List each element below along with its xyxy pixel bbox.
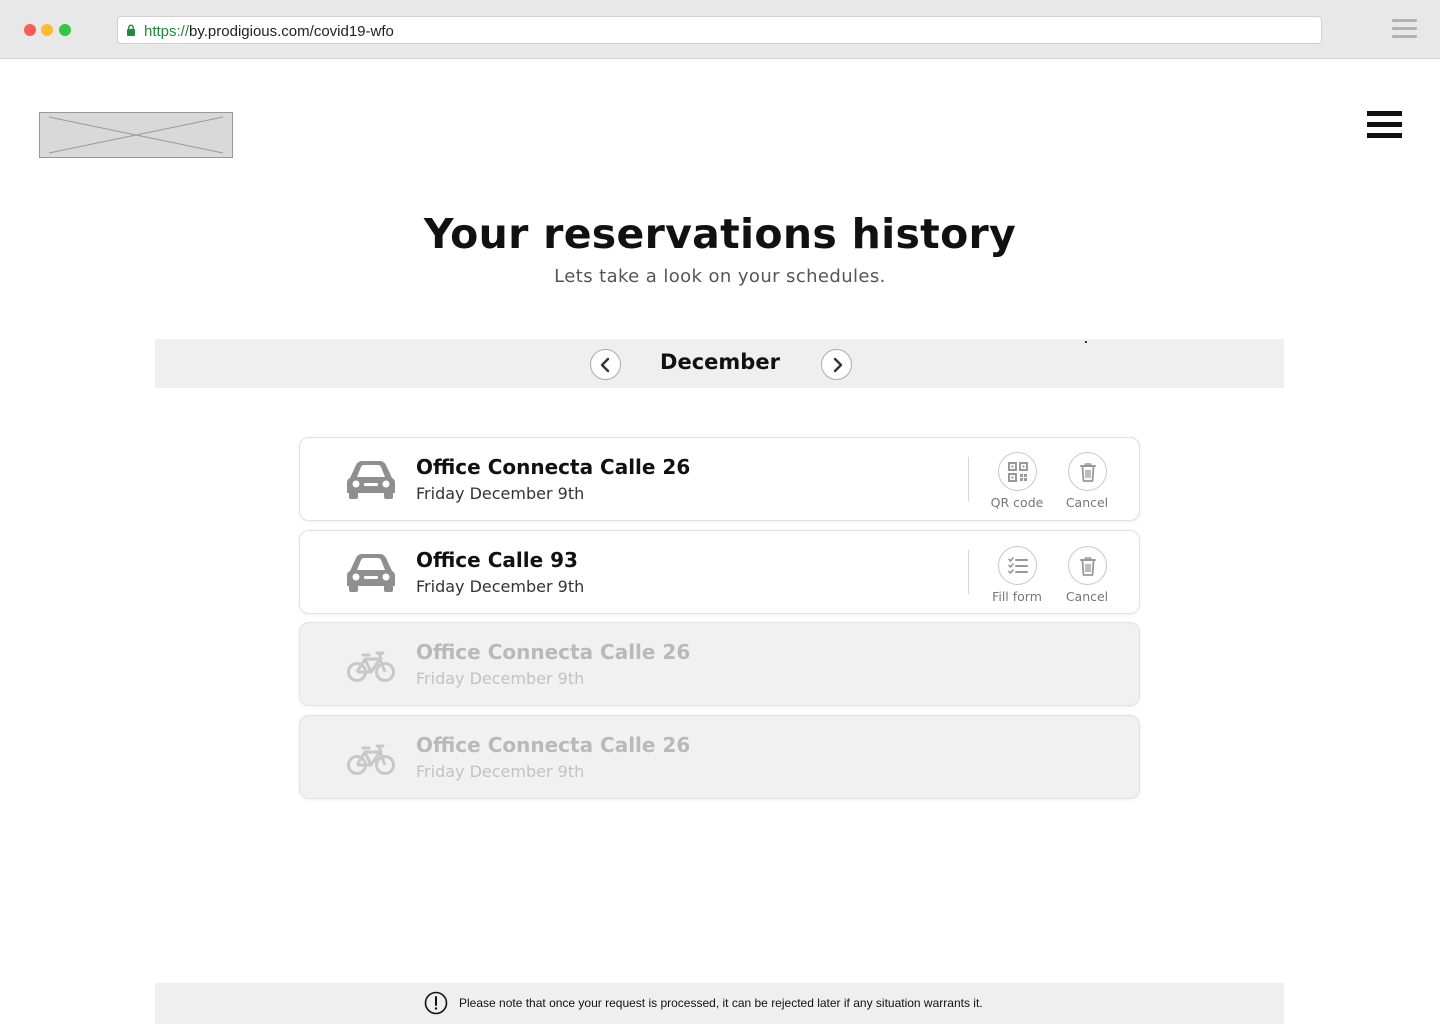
browser-toolbar: https://by.prodigious.com/covid19-wfo: [0, 0, 1440, 59]
reservation-date: Friday December 9th: [416, 484, 585, 503]
next-month-button[interactable]: [821, 349, 852, 380]
reservation-card-past: Office Connecta Calle 26 Friday December…: [299, 715, 1140, 799]
reservation-office-name: Office Connecta Calle 26: [416, 640, 691, 664]
fill-form-button[interactable]: Fill form: [982, 546, 1052, 604]
chevron-right-icon: [833, 357, 843, 373]
reservation-date: Friday December 9th: [416, 762, 585, 781]
cancel-label: Cancel: [1065, 589, 1109, 604]
browser-menu-icon[interactable]: [1392, 19, 1417, 39]
trash-icon: [1079, 463, 1096, 482]
page-subtitle: Lets take a look on your schedules.: [554, 266, 886, 287]
current-month: December: [660, 350, 780, 374]
lock-icon: [127, 24, 135, 36]
reservation-office-name: Office Connecta Calle 26: [416, 455, 691, 479]
checklist-icon: [1007, 557, 1028, 575]
qr-code-label: QR code: [990, 495, 1044, 510]
notice-text: Please note that once your request is pr…: [459, 996, 983, 1010]
minimize-window-button[interactable]: [41, 24, 53, 36]
car-icon: [347, 461, 395, 499]
reservation-card: Office Connecta Calle 26 Friday December…: [299, 437, 1140, 521]
action-divider: [968, 550, 969, 594]
page-title: Your reservations history: [423, 210, 1017, 258]
reservation-office-name: Office Calle 93: [416, 548, 578, 572]
hamburger-menu-icon[interactable]: [1367, 111, 1402, 139]
url-text: https://by.prodigious.com/covid19-wfo: [144, 23, 394, 40]
car-icon: [347, 554, 395, 592]
maximize-window-button[interactable]: [59, 24, 71, 36]
url-host-path: by.prodigious.com/covid19-wfo: [189, 23, 394, 40]
footer-notice: Please note that once your request is pr…: [155, 983, 1284, 1024]
qr-code-icon: [1007, 462, 1028, 482]
reservation-card: Office Calle 93 Friday December 9th Fill…: [299, 530, 1140, 614]
reservation-card-past: Office Connecta Calle 26 Friday December…: [299, 622, 1140, 706]
cancel-reservation-button[interactable]: Cancel: [1052, 546, 1122, 604]
exclamation-circle-icon: [424, 991, 448, 1015]
reservation-date: Friday December 9th: [416, 669, 585, 688]
previous-month-button[interactable]: [590, 349, 621, 380]
action-divider: [968, 457, 969, 501]
close-window-button[interactable]: [24, 24, 36, 36]
cancel-reservation-button[interactable]: Cancel: [1052, 452, 1122, 510]
chevron-left-icon: [600, 357, 610, 373]
fill-form-label: Fill form: [992, 589, 1042, 604]
reservation-office-name: Office Connecta Calle 26: [416, 733, 691, 757]
reservation-date: Friday December 9th: [416, 577, 585, 596]
url-scheme: https://: [144, 23, 190, 40]
month-navigation-bar: December: [155, 339, 1284, 388]
trash-icon: [1079, 557, 1096, 576]
bicycle-icon: [347, 651, 395, 682]
qr-code-button[interactable]: QR code: [982, 452, 1052, 510]
bicycle-icon: [347, 744, 395, 775]
logo-placeholder-icon[interactable]: [39, 112, 233, 158]
cancel-label: Cancel: [1065, 495, 1109, 510]
address-bar[interactable]: https://by.prodigious.com/covid19-wfo: [117, 16, 1322, 44]
